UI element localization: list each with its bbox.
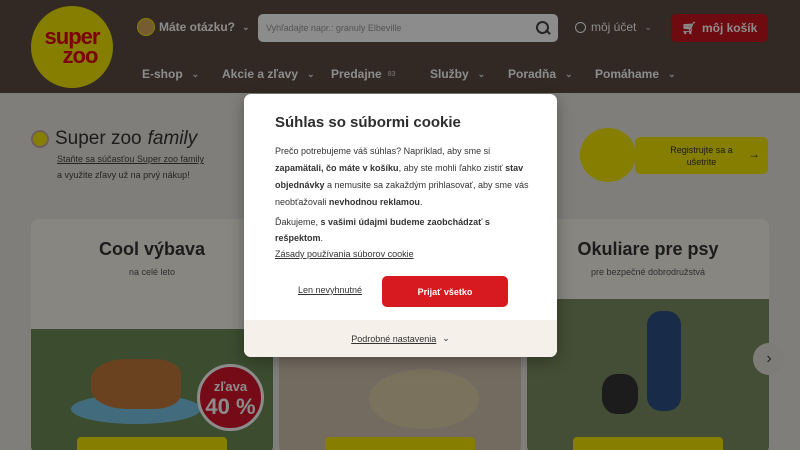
- dialog-paragraph-2: Ďakujeme, s vašimi údajmi budeme zaobchá…: [275, 217, 490, 243]
- cookie-policy-link[interactable]: Zásady používania súborov cookie: [275, 249, 414, 259]
- accept-all-button[interactable]: Prijať všetko: [382, 276, 508, 307]
- dialog-title: Súhlas so súbormi cookie: [275, 114, 461, 131]
- dialog-paragraph-1: Prečo potrebujeme váš súhlas? Napríklad,…: [275, 146, 529, 207]
- page: super zoo Máte otázku? ⌄ Vyhľadajte napr…: [0, 0, 800, 450]
- detailed-settings-link[interactable]: Podrobné nastavenia: [351, 334, 436, 344]
- chevron-down-icon: ⌄: [442, 333, 450, 343]
- detailed-settings-bar[interactable]: Podrobné nastavenia ⌄: [244, 320, 557, 357]
- necessary-only-button[interactable]: Len nevyhnutné: [298, 285, 362, 295]
- cookie-consent-dialog: Súhlas so súbormi cookie Prečo potrebuje…: [244, 94, 557, 357]
